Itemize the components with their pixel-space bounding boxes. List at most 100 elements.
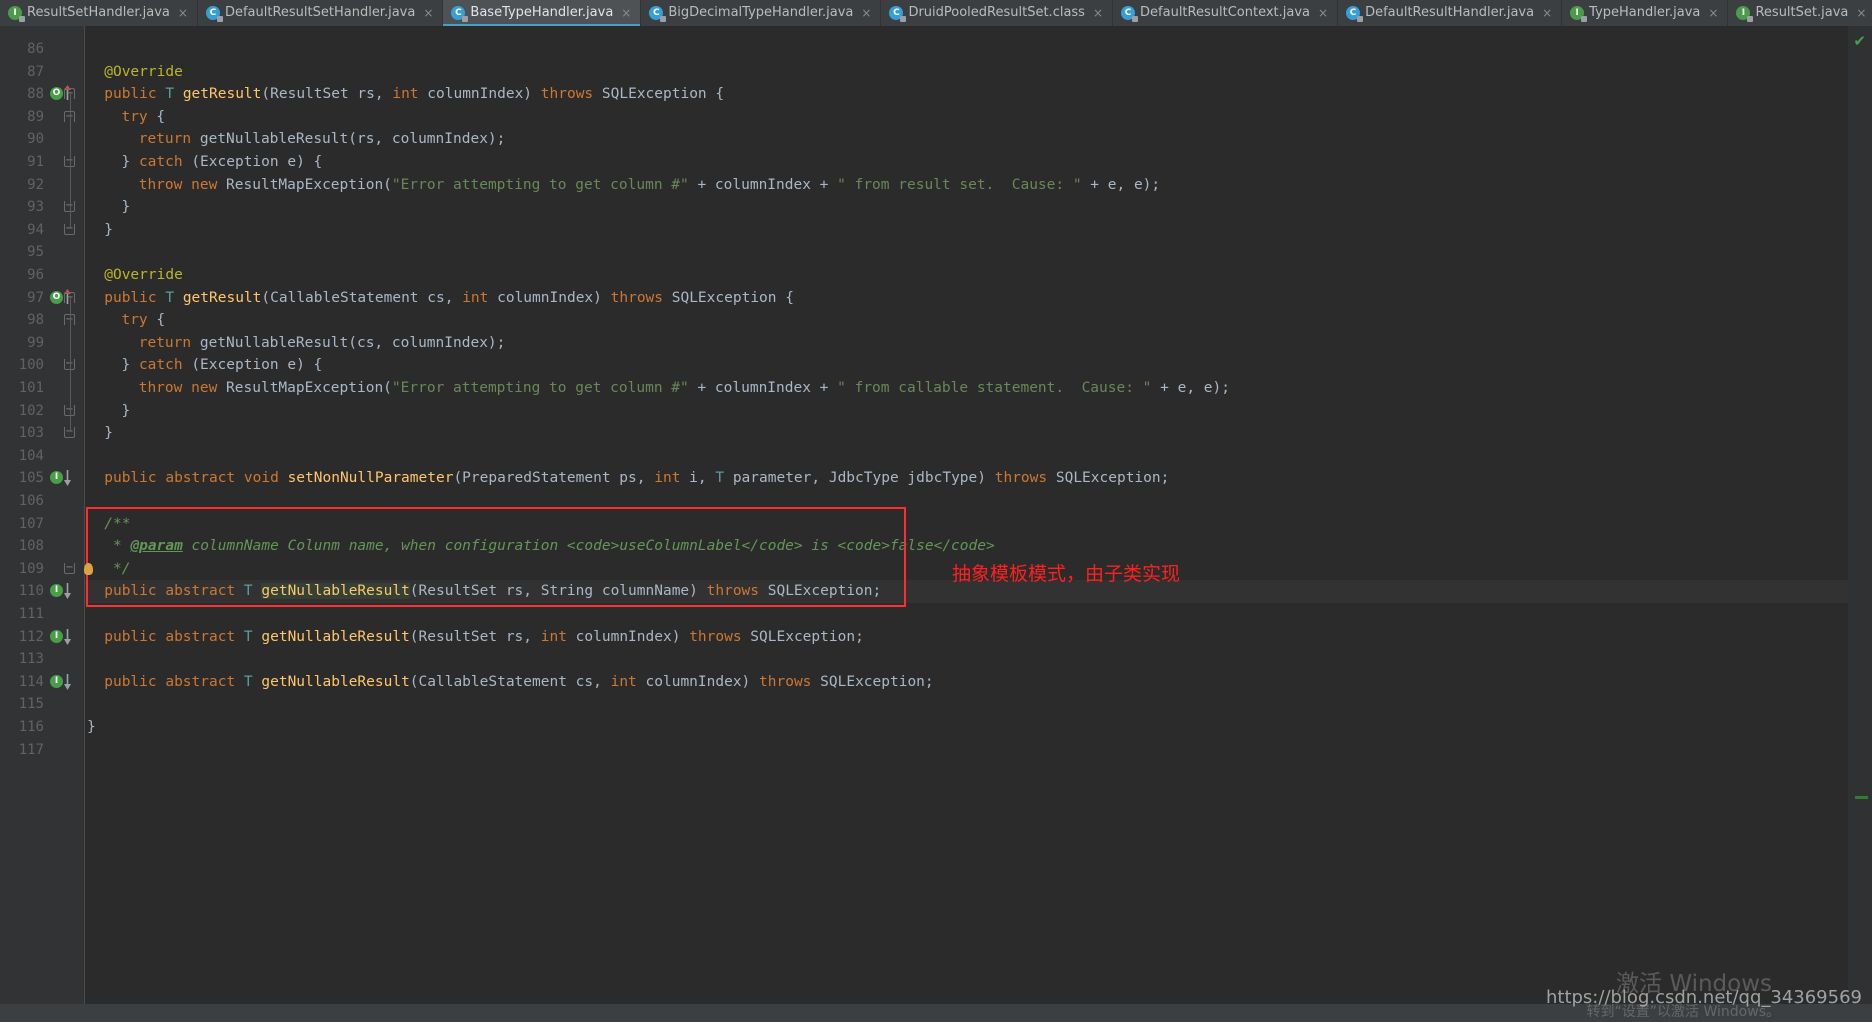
- editor-tab-4[interactable]: C DruidPooledResultSet.class ×: [881, 0, 1114, 26]
- code-token: public abstract: [104, 673, 244, 690]
- code-line[interactable]: */: [104, 558, 130, 581]
- line-number: 109: [18, 560, 44, 577]
- code-line[interactable]: return getNullableResult(cs, columnIndex…: [139, 332, 506, 355]
- code-line[interactable]: throw new ResultMapException("Error atte…: [139, 377, 1230, 400]
- code-line[interactable]: try {: [121, 106, 165, 129]
- code-token: int: [654, 470, 681, 487]
- code-line[interactable]: } catch (Exception e) {: [121, 354, 322, 377]
- code-token: (PreparedStatement ps,: [453, 470, 655, 487]
- editor-tab-1[interactable]: C DefaultResultSetHandler.java ×: [197, 0, 444, 26]
- close-icon[interactable]: ×: [1856, 0, 1866, 26]
- line-number: 103: [18, 425, 44, 442]
- editor-tab-5[interactable]: C DefaultResultContext.java ×: [1113, 0, 1339, 26]
- line-number: 108: [18, 538, 44, 555]
- override-marker-icon[interactable]: O: [50, 290, 63, 304]
- arrow-down-icon[interactable]: [63, 628, 72, 645]
- code-token: throws: [610, 289, 664, 306]
- annotation-text: 抽象模板模式，由子类实现: [952, 562, 1181, 585]
- code-token: + columnIndex +: [688, 176, 838, 193]
- code-line[interactable]: } catch (Exception e) {: [121, 151, 322, 174]
- implemented-marker-icon[interactable]: I: [50, 674, 63, 688]
- code-line[interactable]: /**: [104, 513, 130, 536]
- code-token: public: [104, 289, 166, 306]
- code-token: }: [87, 719, 96, 735]
- class-icon: C: [889, 6, 907, 22]
- editor-tab-label: BaseTypeHandler.java: [470, 5, 614, 20]
- code-token: throw: [138, 176, 183, 193]
- code-token: (CallableStatement cs,: [409, 673, 611, 690]
- line-number: 107: [18, 515, 44, 532]
- code-token: getNullableResult: [261, 673, 410, 690]
- gutter-markers[interactable]: 868788O−89−9091−9293−94−959697O−98−99100…: [0, 26, 93, 1022]
- code-token: catch: [138, 357, 183, 374]
- close-icon[interactable]: ×: [861, 0, 871, 26]
- code-line[interactable]: throw new ResultMapException("Error atte…: [139, 174, 1160, 197]
- code-token: new: [191, 380, 218, 396]
- implemented-marker-icon[interactable]: I: [50, 471, 63, 485]
- arrow-down-icon[interactable]: [63, 583, 72, 600]
- code-token: ResultMapException(: [217, 176, 392, 193]
- code-line[interactable]: public T getResult(ResultSet rs, int col…: [104, 83, 724, 106]
- implemented-marker-icon[interactable]: I: [50, 584, 63, 598]
- line-number: 93: [27, 199, 44, 216]
- code-token: ResultSet rs,: [270, 86, 393, 103]
- intention-bulb-icon[interactable]: [84, 562, 93, 575]
- code-line[interactable]: @Override: [104, 264, 183, 287]
- code-token: public abstract: [104, 628, 244, 645]
- close-icon[interactable]: ×: [1093, 0, 1103, 26]
- line-number: 117: [18, 741, 44, 758]
- code-line[interactable]: }: [104, 422, 113, 445]
- code-token: getNullableResult(cs, columnIndex);: [191, 334, 506, 351]
- code-line[interactable]: }: [104, 219, 113, 242]
- scrollbar-marker[interactable]: [1855, 796, 1868, 799]
- close-icon[interactable]: ×: [423, 0, 433, 26]
- close-icon[interactable]: ×: [1708, 0, 1718, 26]
- editor-tab-0[interactable]: I ResultSetHandler.java ×: [0, 0, 198, 26]
- code-token: {: [147, 108, 166, 125]
- code-line[interactable]: public abstract T getNullableResult(Resu…: [104, 580, 881, 603]
- editor-tab-3[interactable]: C BigDecimalTypeHandler.java ×: [641, 0, 882, 26]
- arrow-down-icon[interactable]: [63, 470, 72, 487]
- interface-icon: I: [8, 6, 25, 22]
- editor-tab-8[interactable]: I ResultSet.java ×: [1728, 0, 1872, 26]
- code-line[interactable]: }: [87, 716, 96, 739]
- code-line[interactable]: try {: [121, 309, 165, 332]
- close-icon[interactable]: ×: [1542, 0, 1552, 26]
- close-icon[interactable]: ×: [621, 0, 631, 26]
- code-line[interactable]: return getNullableResult(rs, columnIndex…: [139, 128, 506, 151]
- code-token: " from result set. Cause: ": [837, 176, 1082, 193]
- close-icon[interactable]: ×: [1318, 0, 1328, 26]
- code-line[interactable]: public abstract T getNullableResult(Call…: [104, 671, 933, 694]
- code-token: try: [121, 312, 148, 329]
- code-line[interactable]: }: [121, 400, 130, 423]
- editor-tab-6[interactable]: C DefaultResultHandler.java ×: [1338, 0, 1563, 26]
- code-token: T: [165, 289, 175, 306]
- code-line[interactable]: public abstract T getNullableResult(Resu…: [104, 626, 864, 649]
- analysis-scrollbar[interactable]: ✔: [1848, 26, 1872, 1022]
- csdn-watermark: https://blog.csdn.net/qq_34369569: [1545, 987, 1862, 1008]
- override-marker-icon[interactable]: O: [50, 87, 63, 101]
- code-fold-toggle[interactable]: −: [64, 562, 75, 574]
- line-number: 87: [27, 63, 44, 80]
- editor-tab-7[interactable]: I TypeHandler.java ×: [1562, 0, 1729, 26]
- code-token: @Override: [104, 63, 183, 80]
- code-line[interactable]: * @param columnName Colunm name, when co…: [104, 535, 995, 558]
- close-icon[interactable]: ×: [178, 0, 188, 26]
- editor-tab-2[interactable]: C BaseTypeHandler.java ×: [443, 0, 642, 26]
- code-token: throws: [759, 673, 812, 690]
- code-line[interactable]: }: [121, 196, 130, 219]
- code-line[interactable]: public T getResult(CallableStatement cs,…: [104, 287, 794, 310]
- editor-pane[interactable]: @Override public T getResult(ResultSet rs…: [0, 26, 1872, 1022]
- implemented-marker-icon[interactable]: I: [50, 629, 63, 643]
- code-token: public: [104, 86, 166, 103]
- editor-tab-label: DefaultResultHandler.java: [1365, 5, 1535, 20]
- arrow-down-icon[interactable]: [63, 673, 72, 690]
- line-number: 114: [18, 673, 44, 690]
- code-content[interactable]: @Override public T getResult(ResultSet rs…: [85, 26, 1872, 1022]
- line-number: 106: [18, 493, 44, 509]
- code-line[interactable]: @Override: [104, 61, 183, 84]
- code-line[interactable]: public abstract void setNonNullParameter…: [104, 467, 1169, 490]
